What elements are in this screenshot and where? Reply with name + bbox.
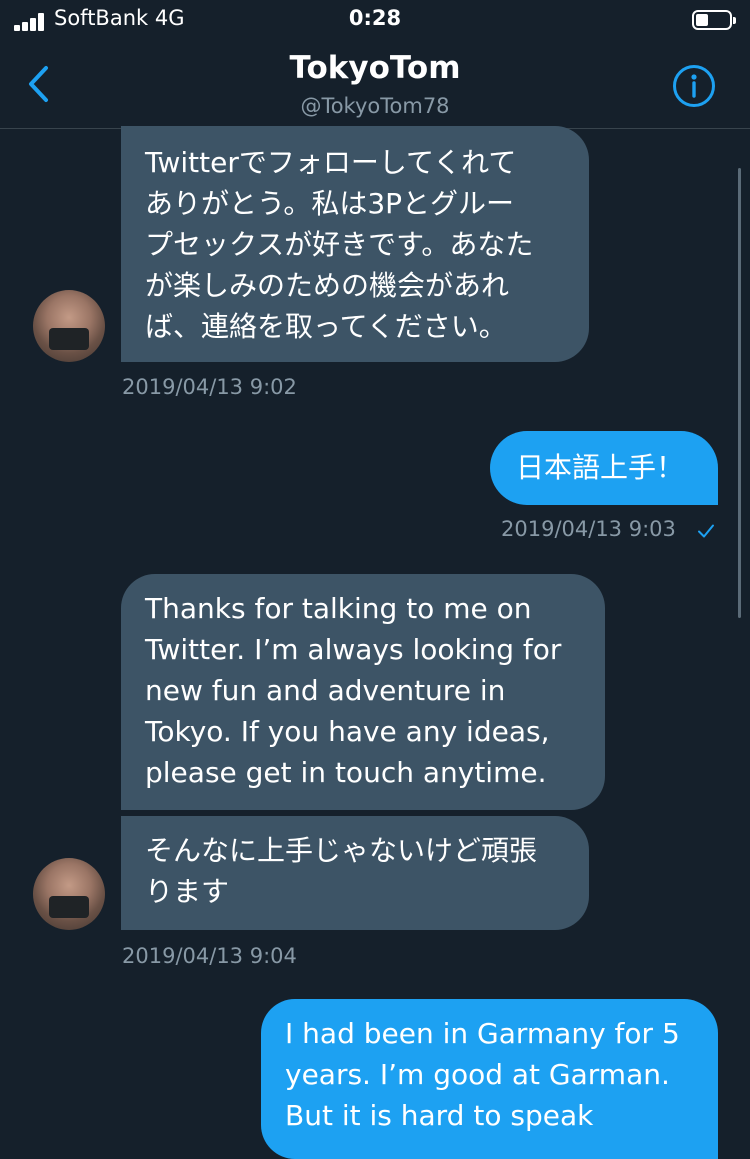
message-line: ば、連絡を取ってください。 — [145, 310, 507, 343]
message-bubble-sent[interactable]: I had been in Garmany for 5 years. I’m g… — [261, 999, 718, 1159]
read-check-icon — [698, 524, 714, 538]
message-line: Twitter. I’m always looking for — [145, 633, 562, 666]
message-bubble-received[interactable]: Twitterでフォローしてくれて ありがとう。私は3Pとグルー プセックスが好… — [121, 126, 589, 362]
message-bubble-sent[interactable]: 日本語上手！ — [490, 431, 718, 505]
scrollbar[interactable] — [738, 168, 741, 618]
message-line: please get in touch anytime. — [145, 756, 547, 789]
avatar[interactable] — [33, 290, 105, 362]
message-line: Twitterでフォローしてくれて — [145, 146, 517, 179]
message-bubble-received[interactable]: Thanks for talking to me on Twitter. I’m… — [121, 574, 605, 810]
message-line: ります — [145, 875, 230, 908]
message-line: そんなに上手じゃないけど頑張 — [145, 834, 538, 867]
message-line: Thanks for talking to me on — [145, 592, 532, 625]
message-line: 日本語上手！ — [516, 451, 685, 484]
message-line: new fun and adventure in — [145, 674, 506, 707]
message-line: が楽しみのための機会があれ — [145, 269, 510, 302]
message-bubble-received[interactable]: そんなに上手じゃないけど頑張 ります — [121, 816, 589, 930]
conversation-handle: @TokyoTom78 — [300, 94, 450, 118]
message-line: Tokyo. If you have any ideas, — [145, 715, 550, 748]
message-line: But it is hard to speak — [285, 1099, 594, 1132]
message-line: years. I’m good at Garman. — [285, 1058, 670, 1091]
info-icon[interactable] — [672, 64, 716, 108]
avatar[interactable] — [33, 858, 105, 930]
message-line: I had been in Garmany for 5 — [285, 1017, 680, 1050]
message-timestamp: 2019/04/13 9:03 — [501, 517, 676, 541]
message-line: プセックスが好きです。あなた — [145, 228, 534, 261]
battery-icon — [692, 10, 736, 30]
conversation-title[interactable]: TokyoTom — [0, 50, 750, 86]
status-bar: SoftBank 4G 0:28 — [0, 0, 750, 40]
conversation-header: TokyoTom @TokyoTom78 — [0, 40, 750, 129]
clock: 0:28 — [348, 6, 402, 30]
message-timestamp: 2019/04/13 9:02 — [122, 375, 297, 399]
message-line: ありがとう。私は3Pとグルー — [145, 187, 515, 220]
message-timestamp: 2019/04/13 9:04 — [122, 944, 297, 968]
